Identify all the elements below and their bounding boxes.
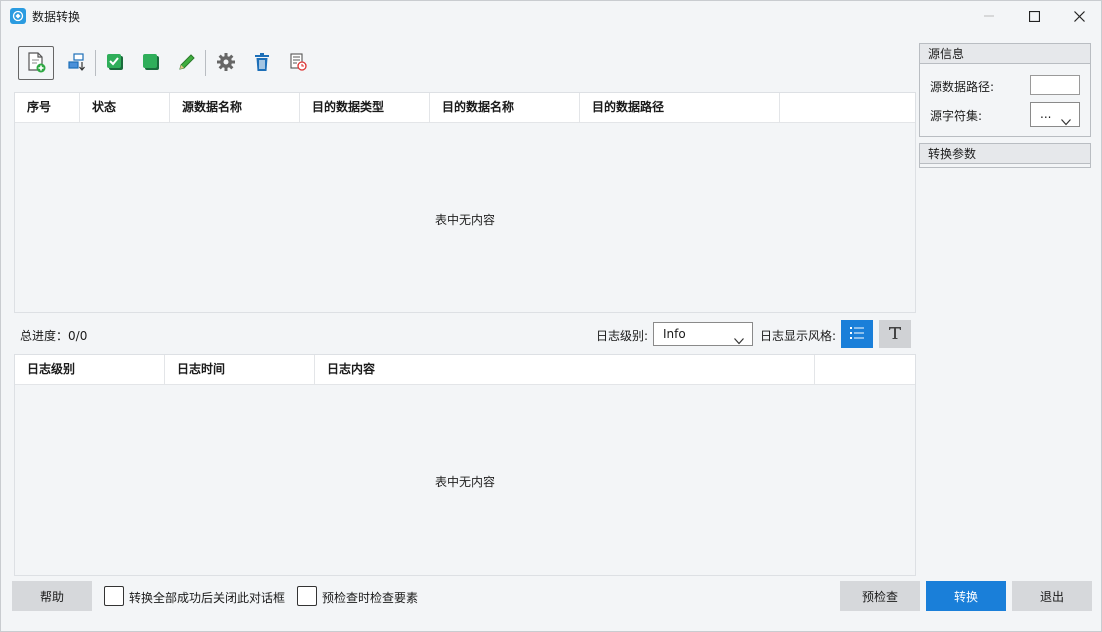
- add-file-icon: [25, 51, 47, 76]
- column-header[interactable]: 序号: [15, 93, 80, 122]
- exit-button[interactable]: 退出: [1012, 581, 1092, 611]
- close-on-success-label[interactable]: 转换全部成功后关闭此对话框: [129, 589, 285, 606]
- source-path-input[interactable]: [1030, 75, 1080, 95]
- settings-button[interactable]: [211, 48, 241, 78]
- check-all-button[interactable]: [100, 48, 130, 78]
- chevron-down-icon: [1061, 111, 1071, 134]
- close-button[interactable]: [1056, 1, 1101, 31]
- convert-params-group: 转换参数: [919, 143, 1091, 168]
- gear-icon: [216, 52, 236, 75]
- minimize-button[interactable]: [966, 1, 1012, 31]
- column-header[interactable]: 目的数据名称: [430, 93, 580, 122]
- precheck-button[interactable]: 预检查: [840, 581, 920, 611]
- list-style-button[interactable]: [841, 320, 873, 348]
- help-button[interactable]: 帮助: [12, 581, 92, 611]
- column-header[interactable]: 日志级别: [15, 355, 165, 384]
- chevron-down-icon: [734, 330, 744, 352]
- progress-label: 总进度：0/0: [20, 327, 87, 344]
- column-header[interactable]: 目的数据类型: [300, 93, 430, 122]
- close-on-success-checkbox[interactable]: [104, 586, 124, 606]
- log-table-empty-message: 表中无内容: [434, 475, 495, 489]
- charset-value: ...: [1040, 107, 1052, 121]
- charset-select[interactable]: ...: [1030, 102, 1080, 127]
- toolbar: [18, 46, 318, 82]
- log-table-header: 日志级别 日志时间 日志内容: [15, 355, 915, 385]
- column-header[interactable]: 日志内容: [315, 355, 815, 384]
- delete-button[interactable]: [247, 48, 277, 78]
- add-file-button[interactable]: [18, 46, 54, 80]
- maximize-button[interactable]: [1011, 1, 1057, 31]
- select-all-icon: [141, 52, 161, 75]
- column-header[interactable]: 状态: [80, 93, 170, 122]
- log-level-value: Info: [663, 327, 686, 341]
- history-icon: [288, 52, 308, 75]
- window-title: 数据转换: [32, 10, 81, 24]
- source-path-label: 源数据路径:: [930, 80, 995, 94]
- task-table: 序号 状态 源数据名称 目的数据类型 目的数据名称 目的数据路径 表中无内容: [14, 92, 916, 313]
- precheck-elements-checkbox[interactable]: [297, 586, 317, 606]
- toolbar-separator: [95, 50, 96, 76]
- column-header[interactable]: 源数据名称: [170, 93, 300, 122]
- progress-value: 0/0: [68, 329, 88, 343]
- source-info-group: 源信息 源数据路径: 源字符集: ...: [919, 43, 1091, 137]
- check-all-icon: [105, 52, 125, 75]
- select-all-button[interactable]: [136, 48, 166, 78]
- app-logo-icon: [10, 8, 26, 24]
- convert-params-title: 转换参数: [920, 144, 1090, 164]
- log-level-label: 日志级别:: [596, 329, 649, 343]
- data-convert-window: 数据转换 序号 状态 源数据名称 目的数据类型 目的数据名称 目的数据路径 表中…: [0, 0, 1102, 632]
- log-style-label: 日志显示风格:: [760, 329, 837, 343]
- precheck-elements-label[interactable]: 预检查时检查要素: [322, 589, 418, 606]
- edit-button[interactable]: [172, 48, 202, 78]
- log-level-select[interactable]: Info: [653, 322, 753, 346]
- log-table: 日志级别 日志时间 日志内容 表中无内容: [14, 354, 916, 576]
- convert-button[interactable]: 转换: [926, 581, 1006, 611]
- task-table-empty-message: 表中无内容: [434, 213, 495, 227]
- pencil-icon: [177, 52, 197, 75]
- history-button[interactable]: [283, 48, 313, 78]
- task-table-header: 序号 状态 源数据名称 目的数据类型 目的数据名称 目的数据路径: [15, 93, 915, 123]
- toolbar-separator: [205, 50, 206, 76]
- column-header[interactable]: 日志时间: [165, 355, 315, 384]
- title-bar: 数据转换: [1, 1, 1101, 31]
- sort-button[interactable]: [62, 48, 92, 78]
- trash-icon: [252, 52, 272, 75]
- column-header[interactable]: 目的数据路径: [580, 93, 780, 122]
- text-style-button[interactable]: [879, 320, 911, 348]
- text-t-icon: [888, 326, 902, 343]
- progress-label-text: 总进度：: [20, 329, 69, 343]
- source-info-title: 源信息: [920, 44, 1090, 64]
- list-icon: [850, 326, 864, 342]
- charset-label: 源字符集:: [930, 109, 983, 123]
- sort-down-icon: [67, 52, 87, 75]
